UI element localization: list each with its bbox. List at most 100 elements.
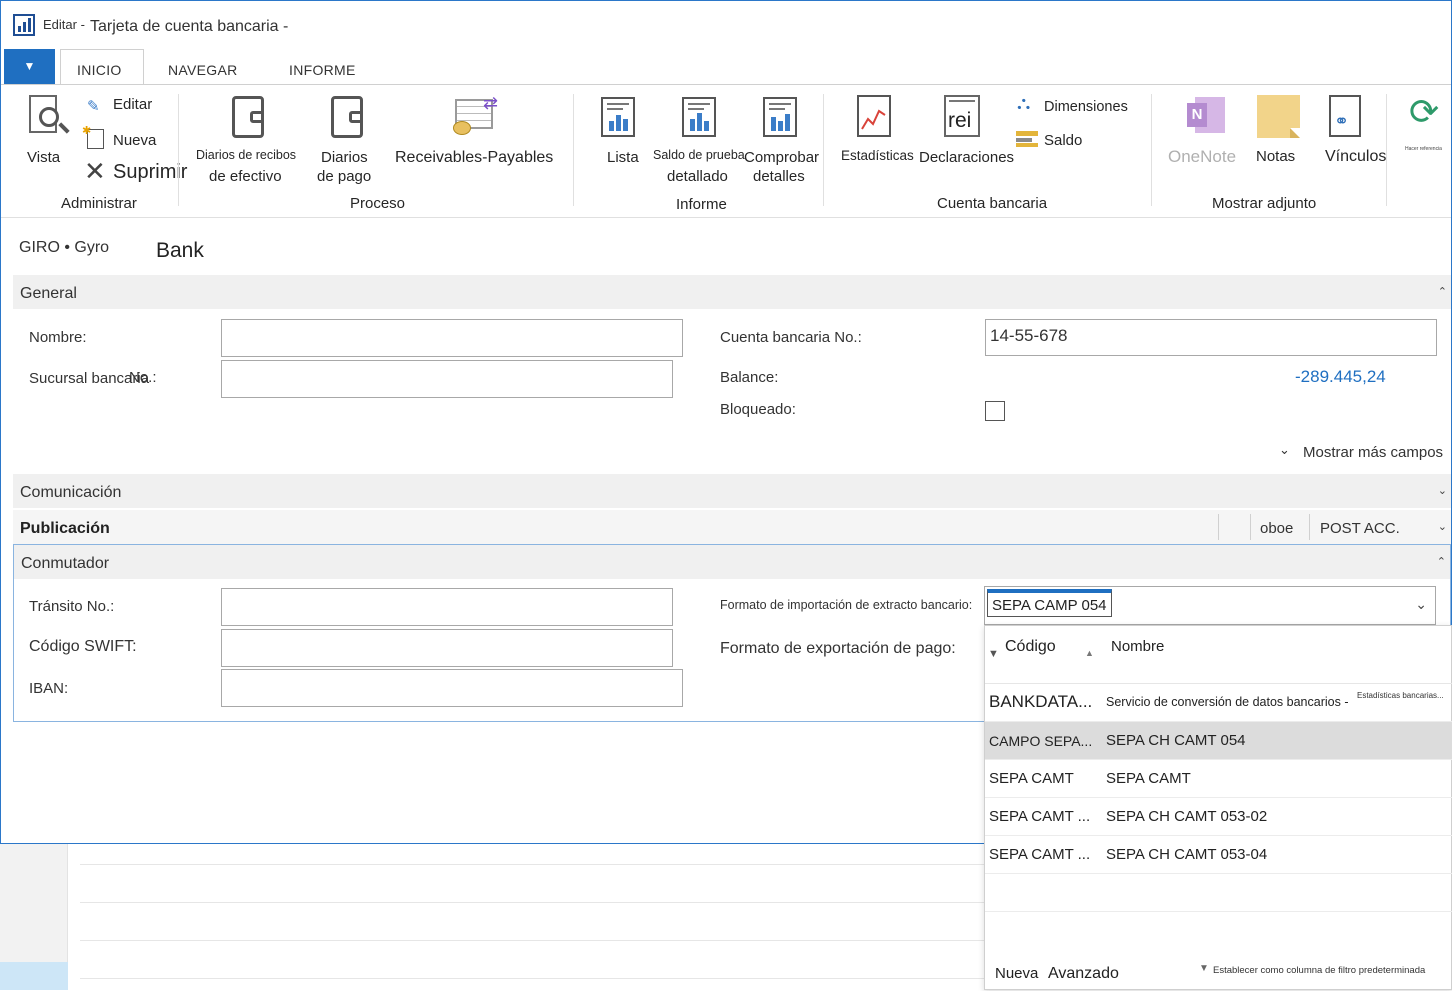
chevron-down-icon[interactable]: ⌄ — [1438, 520, 1447, 533]
refresh-caption[interactable]: Hacer referencia — [1405, 146, 1442, 152]
bloqueado-label: Bloqueado: — [720, 401, 796, 418]
column-header-codigo[interactable]: Código — [1005, 638, 1056, 656]
statistics-icon[interactable] — [857, 95, 891, 137]
window-title: Tarjeta de cuenta bancaria - — [90, 18, 289, 35]
fasttab-comunicacion[interactable]: Comunicación ⌄ — [13, 474, 1451, 508]
chevron-down-icon[interactable]: ⌄ — [1279, 442, 1290, 458]
mostrar-mas-campos-link[interactable]: Mostrar más campos — [1303, 444, 1443, 461]
background-selected-row — [0, 962, 68, 990]
comprobar-line1[interactable]: Comprobar — [744, 149, 819, 166]
statements-icon[interactable]: rei — [944, 95, 980, 137]
iban-field[interactable] — [221, 669, 683, 707]
background-row-line — [80, 902, 985, 903]
dropdown-empty-row — [985, 874, 1452, 912]
ribbon-separator — [1386, 94, 1387, 206]
check-details-icon[interactable] — [763, 97, 797, 137]
diarios-recibos-line1[interactable]: Diarios de recibos — [196, 148, 296, 162]
row-name: SEPA CH CAMT 053-02 — [1106, 808, 1268, 825]
title-bar: Editar - Tarjeta de cuenta bancaria - — [1, 1, 1451, 49]
group-proceso: Proceso — [350, 195, 406, 212]
editar-button[interactable]: Editar — [113, 96, 152, 113]
row-name: Servicio de conversión de datos bancario… — [1106, 695, 1349, 709]
dropdown-empty-row — [985, 912, 1452, 950]
balance-label: Balance: — [720, 369, 779, 386]
dropdown-row[interactable]: BANKDATA... Servicio de conversión de da… — [985, 684, 1452, 722]
onenote-button[interactable]: OneNote — [1168, 147, 1236, 167]
saldo-button[interactable]: Saldo — [1044, 132, 1082, 149]
import-format-value[interactable]: SEPA CAMP 054 — [987, 589, 1112, 617]
cuenta-bancaria-field[interactable]: 14-55-678 — [985, 319, 1437, 356]
sucursal-no-label: No.: — [129, 369, 157, 386]
import-format-select[interactable]: SEPA CAMP 054 ⌄ — [984, 586, 1436, 625]
diarios-recibos-line2[interactable]: de efectivo — [209, 168, 282, 185]
tab-inicio[interactable]: INICIO — [77, 62, 122, 78]
chevron-up-icon[interactable]: ⌃ — [1438, 285, 1447, 298]
filter-icon[interactable]: ▼ — [988, 648, 999, 660]
list-report-icon[interactable] — [601, 97, 635, 137]
refresh-icon[interactable]: ⟳ — [1409, 91, 1439, 133]
dropdown-row[interactable]: SEPA CAMT ... SEPA CH CAMT 053-04 — [985, 836, 1452, 874]
dropdown-new-button[interactable]: Nueva — [995, 965, 1038, 982]
row-code: BANKDATA... — [989, 692, 1093, 711]
lista-button[interactable]: Lista — [607, 149, 639, 166]
nueva-button[interactable]: Nueva — [113, 132, 156, 149]
diarios-pago-line1[interactable]: Diarios — [321, 149, 368, 166]
column-header-nombre[interactable]: Nombre — [1111, 638, 1164, 655]
transito-label: Tránsito No.: — [29, 598, 115, 615]
transito-field[interactable] — [221, 588, 673, 626]
ribbon-separator — [1151, 94, 1152, 206]
vista-button[interactable]: Vista — [27, 149, 60, 166]
set-default-filter-link[interactable]: Establecer como columna de filtro predet… — [1213, 965, 1425, 976]
group-informe: Informe — [676, 196, 727, 213]
estadisticas-button[interactable]: Estadísticas — [841, 148, 914, 163]
cuenta-bancaria-label: Cuenta bancaria No.: — [720, 329, 862, 346]
vinculos-button[interactable]: Vínculos — [1325, 148, 1386, 166]
balance-value-link[interactable]: -289.445,24 — [1295, 367, 1386, 387]
dropdown-advanced-button[interactable]: Avanzado — [1048, 965, 1119, 983]
trial-balance-icon[interactable] — [682, 97, 716, 137]
ribbon-separator — [573, 94, 574, 206]
comprobar-line2[interactable]: detalles — [753, 168, 805, 185]
delete-x-icon: ✕ — [84, 156, 106, 186]
chevron-down-icon[interactable]: ⌄ — [1438, 484, 1447, 497]
saldo-prueba-line2[interactable]: detallado — [667, 168, 728, 185]
notas-button[interactable]: Notas — [1256, 148, 1295, 165]
new-document-icon: ✱ — [82, 125, 104, 149]
sucursal-field[interactable] — [221, 360, 673, 398]
chevron-up-icon[interactable]: ⌃ — [1437, 555, 1446, 568]
payment-journal-icon[interactable] — [331, 96, 363, 138]
receivables-payables-icon[interactable]: ⇄ — [453, 93, 501, 139]
diarios-pago-line2[interactable]: de pago — [317, 168, 371, 185]
declaraciones-button[interactable]: Declaraciones — [919, 149, 1014, 166]
view-icon[interactable] — [29, 95, 73, 139]
receivables-payables-button[interactable]: Receivables-Payables — [395, 149, 553, 167]
fasttab-general-title: General — [20, 285, 77, 302]
row-name: SEPA CH CAMT 054 — [1106, 732, 1246, 749]
bloqueado-checkbox[interactable] — [985, 401, 1005, 421]
tab-informe[interactable]: INFORME — [289, 62, 356, 78]
dropdown-row[interactable]: SEPA CAMT SEPA CAMT — [985, 760, 1452, 798]
onenote-icon[interactable]: N — [1187, 97, 1227, 137]
ribbon-separator — [178, 94, 179, 206]
swift-field[interactable] — [221, 629, 673, 667]
fasttab-conmutador-title: Conmutador — [21, 555, 110, 572]
notes-icon[interactable] — [1257, 95, 1300, 138]
row-name: SEPA CAMT — [1106, 770, 1191, 787]
chevron-down-icon[interactable]: ⌄ — [1415, 596, 1427, 613]
dropdown-row[interactable]: SEPA CAMT ... SEPA CH CAMT 053-02 — [985, 798, 1452, 836]
nombre-field[interactable] — [221, 319, 683, 357]
app-menu-button[interactable]: ▼ — [4, 49, 55, 84]
saldo-prueba-line1[interactable]: Saldo de prueba — [653, 148, 745, 162]
suprimir-button[interactable]: Suprimir — [113, 161, 187, 184]
fasttab-publicacion[interactable]: Publicación oboe POST ACC. ⌄ — [13, 510, 1451, 544]
dropdown-row-selected[interactable]: CAMPO SEPA... SEPA CH CAMT 054 — [985, 722, 1452, 760]
sort-ascending-icon: ▲ — [1085, 648, 1094, 658]
cash-receipt-journal-icon[interactable] — [232, 96, 264, 138]
ribbon-separator — [823, 94, 824, 206]
dimensiones-button[interactable]: Dimensiones — [1044, 99, 1128, 115]
fasttab-conmutador[interactable]: Conmutador ⌃ — [14, 545, 1450, 579]
tab-navegar[interactable]: NAVEGAR — [168, 62, 238, 78]
fasttab-general[interactable]: General ⌃ — [13, 275, 1451, 309]
links-icon[interactable]: ⚭ — [1329, 95, 1361, 137]
iban-label: IBAN: — [29, 680, 69, 697]
